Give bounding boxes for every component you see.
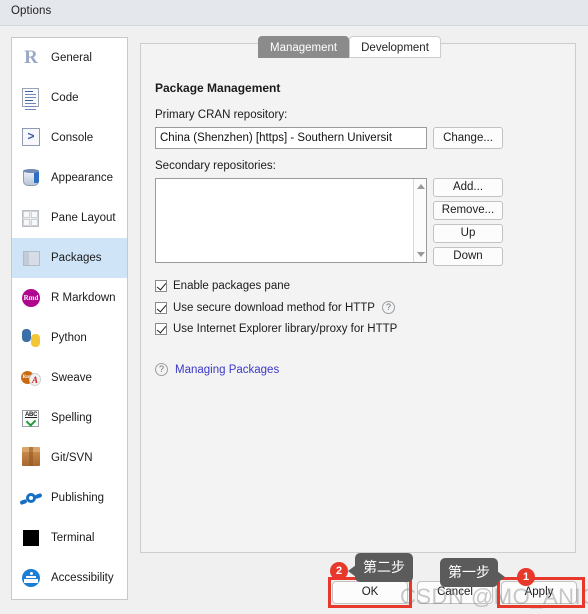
sidebar-item-label: Terminal [51, 532, 95, 544]
checkbox-label: Use secure download method for HTTP [173, 301, 375, 314]
list-scrollbar[interactable] [413, 179, 426, 262]
sidebar-item-label: Pane Layout [51, 212, 116, 224]
scroll-down-icon[interactable] [414, 248, 427, 261]
help-question-icon[interactable]: ? [381, 301, 395, 314]
sidebar-item-accessibility[interactable]: Accessibility [12, 558, 127, 598]
primary-cran-field[interactable]: China (Shenzhen) [https] - Southern Univ… [155, 127, 427, 149]
accessibility-person-icon [21, 568, 41, 588]
packages-panel: Package Management Primary CRAN reposito… [140, 43, 576, 553]
package-box-icon [21, 248, 41, 268]
move-down-button[interactable]: Down [433, 247, 503, 266]
step-two-callout: 第二步 [348, 553, 413, 582]
code-document-icon [21, 88, 41, 110]
secondary-repositories-label: Secondary repositories: [155, 160, 276, 172]
panel-tabs[interactable]: Management Development [258, 36, 441, 58]
step-one-badge: 1 [517, 568, 535, 586]
sidebar-item-label: Python [51, 332, 87, 344]
sidebar-item-label: Packages [51, 252, 102, 264]
sidebar-item-console[interactable]: > Console [12, 118, 127, 158]
sidebar-item-general[interactable]: R General [12, 38, 127, 78]
checkbox-use-secure-download[interactable]: Use secure download method for HTTP ? [155, 301, 395, 314]
managing-packages-link[interactable]: Managing Packages [175, 364, 279, 376]
add-repository-button[interactable]: Add... [433, 178, 503, 197]
options-dialog: Options R General Code > Console Appeara… [0, 0, 588, 614]
rmd-badge-icon: Rmd [21, 288, 41, 308]
terminal-square-icon [21, 528, 41, 548]
checkbox-enable-packages-pane[interactable]: Enable packages pane [155, 280, 290, 292]
sidebar-item-r-markdown[interactable]: Rmd R Markdown [12, 278, 127, 318]
step-two-badge: 2 [330, 562, 348, 580]
sidebar-item-label: Sweave [51, 372, 92, 384]
sidebar-item-label: Publishing [51, 492, 105, 504]
remove-repository-button[interactable]: Remove... [433, 201, 503, 220]
move-up-button[interactable]: Up [433, 224, 503, 243]
paint-bucket-icon [21, 168, 41, 188]
primary-cran-label: Primary CRAN repository: [155, 109, 288, 121]
python-logo-icon [21, 328, 41, 348]
sidebar-item-publishing[interactable]: Publishing [12, 478, 127, 518]
sidebar-item-python[interactable]: Python [12, 318, 127, 358]
sidebar-item-label: R Markdown [51, 292, 116, 304]
tab-management[interactable]: Management [258, 36, 350, 58]
sidebar-item-spelling[interactable]: ABC Spelling [12, 398, 127, 438]
checkbox-use-ie-library-proxy[interactable]: Use Internet Explorer library/proxy for … [155, 323, 397, 335]
sidebar-item-sweave[interactable]: Rnw A Sweave [12, 358, 127, 398]
secondary-repositories-list[interactable] [155, 178, 427, 263]
sidebar-item-label: Code [51, 92, 79, 104]
sidebar-item-pane-layout[interactable]: Pane Layout [12, 198, 127, 238]
sidebar-item-appearance[interactable]: Appearance [12, 158, 127, 198]
sidebar-item-label: Console [51, 132, 94, 144]
sidebar-item-terminal[interactable]: Terminal [12, 518, 127, 558]
sidebar-item-label: Git/SVN [51, 452, 93, 464]
sweave-pdf-icon: Rnw A [21, 370, 41, 388]
window-title: Options [11, 5, 52, 17]
managing-packages-link-row[interactable]: ? Managing Packages [155, 363, 279, 376]
console-prompt-icon: > [21, 128, 41, 148]
sidebar-item-label: Spelling [51, 412, 92, 424]
checkbox-box[interactable] [155, 323, 167, 335]
r-logo-icon: R [24, 47, 38, 68]
sidebar-item-git-svn[interactable]: Git/SVN [12, 438, 127, 478]
checkbox-label: Enable packages pane [173, 280, 291, 292]
sidebar-item-packages[interactable]: Packages [12, 238, 127, 278]
checkbox-box[interactable] [155, 280, 167, 292]
options-sidebar[interactable]: R General Code > Console Appearance Pane… [11, 37, 128, 600]
git-box-icon [21, 447, 41, 468]
apply-highlight-box [497, 577, 585, 608]
pane-grid-icon [21, 208, 41, 228]
change-button[interactable]: Change... [433, 127, 503, 149]
sidebar-item-label: Appearance [51, 172, 114, 184]
sidebar-item-label: General [51, 52, 92, 64]
question-mark-icon: ? [155, 363, 168, 376]
publishing-orbit-icon [19, 490, 43, 508]
spellcheck-abc-icon: ABC [21, 408, 41, 428]
checkbox-label: Use Internet Explorer library/proxy for … [173, 323, 398, 335]
checkbox-box[interactable] [155, 301, 167, 314]
title-bar: Options [0, 0, 588, 26]
tab-development[interactable]: Development [349, 36, 441, 58]
step-one-callout: 第一步 [440, 558, 505, 587]
scroll-up-icon[interactable] [414, 180, 427, 193]
section-title: Package Management [155, 81, 281, 95]
sidebar-item-label: Accessibility [51, 572, 114, 584]
sidebar-item-code[interactable]: Code [12, 78, 127, 118]
